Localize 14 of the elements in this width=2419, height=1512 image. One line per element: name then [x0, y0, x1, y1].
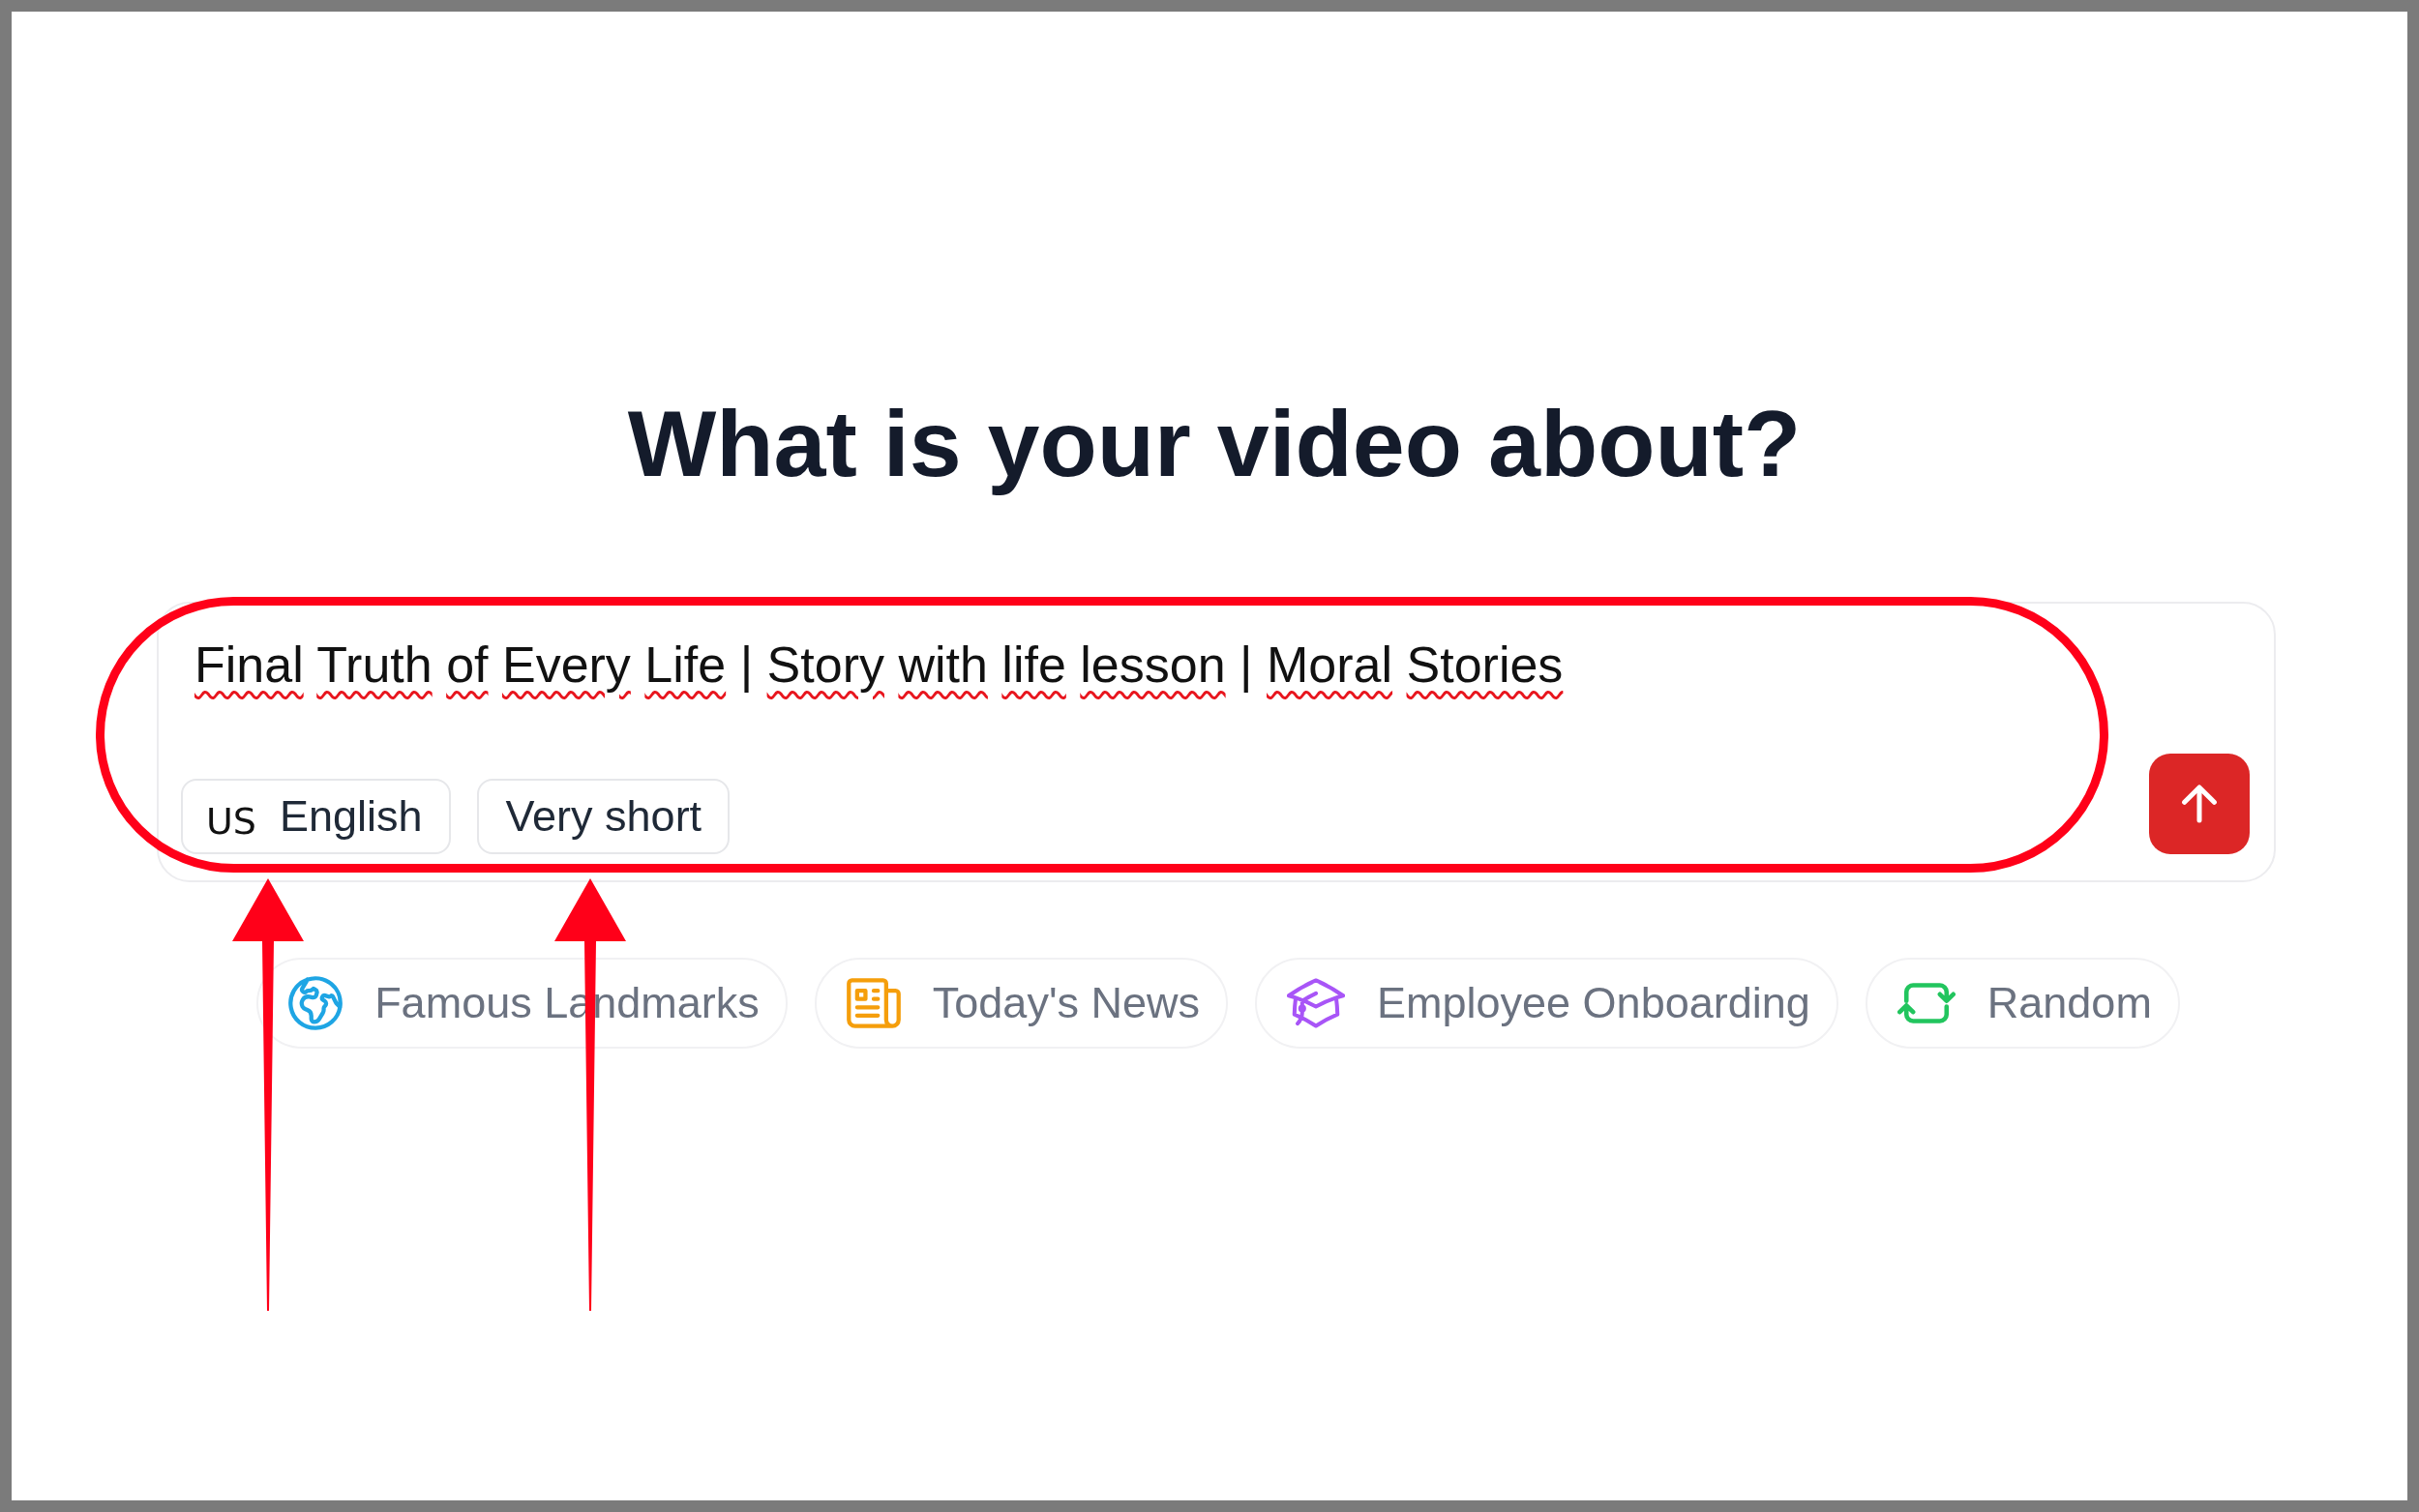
- language-selector[interactable]: US English: [181, 779, 451, 854]
- submit-button[interactable]: [2149, 754, 2250, 854]
- page-title: What is your video about?: [626, 391, 1802, 497]
- graduation-cap-icon: [1287, 978, 1345, 1028]
- suggestion-chip[interactable]: Employee Onboarding: [1255, 958, 1838, 1049]
- suggestion-chip[interactable]: Random: [1865, 958, 2180, 1049]
- refresh-icon: [1896, 983, 1956, 1023]
- newspaper-icon: [846, 978, 901, 1028]
- length-selector[interactable]: Very short: [476, 779, 731, 854]
- suggestion-chip[interactable]: Today's News: [814, 958, 1228, 1049]
- prompt-input[interactable]: Final Truth of Every Life | Story with life lesson | Moral Stories: [194, 635, 2250, 695]
- globe-icon: [288, 976, 343, 1030]
- country-code: US: [206, 800, 256, 843]
- arrow-up-icon: [2182, 785, 2217, 823]
